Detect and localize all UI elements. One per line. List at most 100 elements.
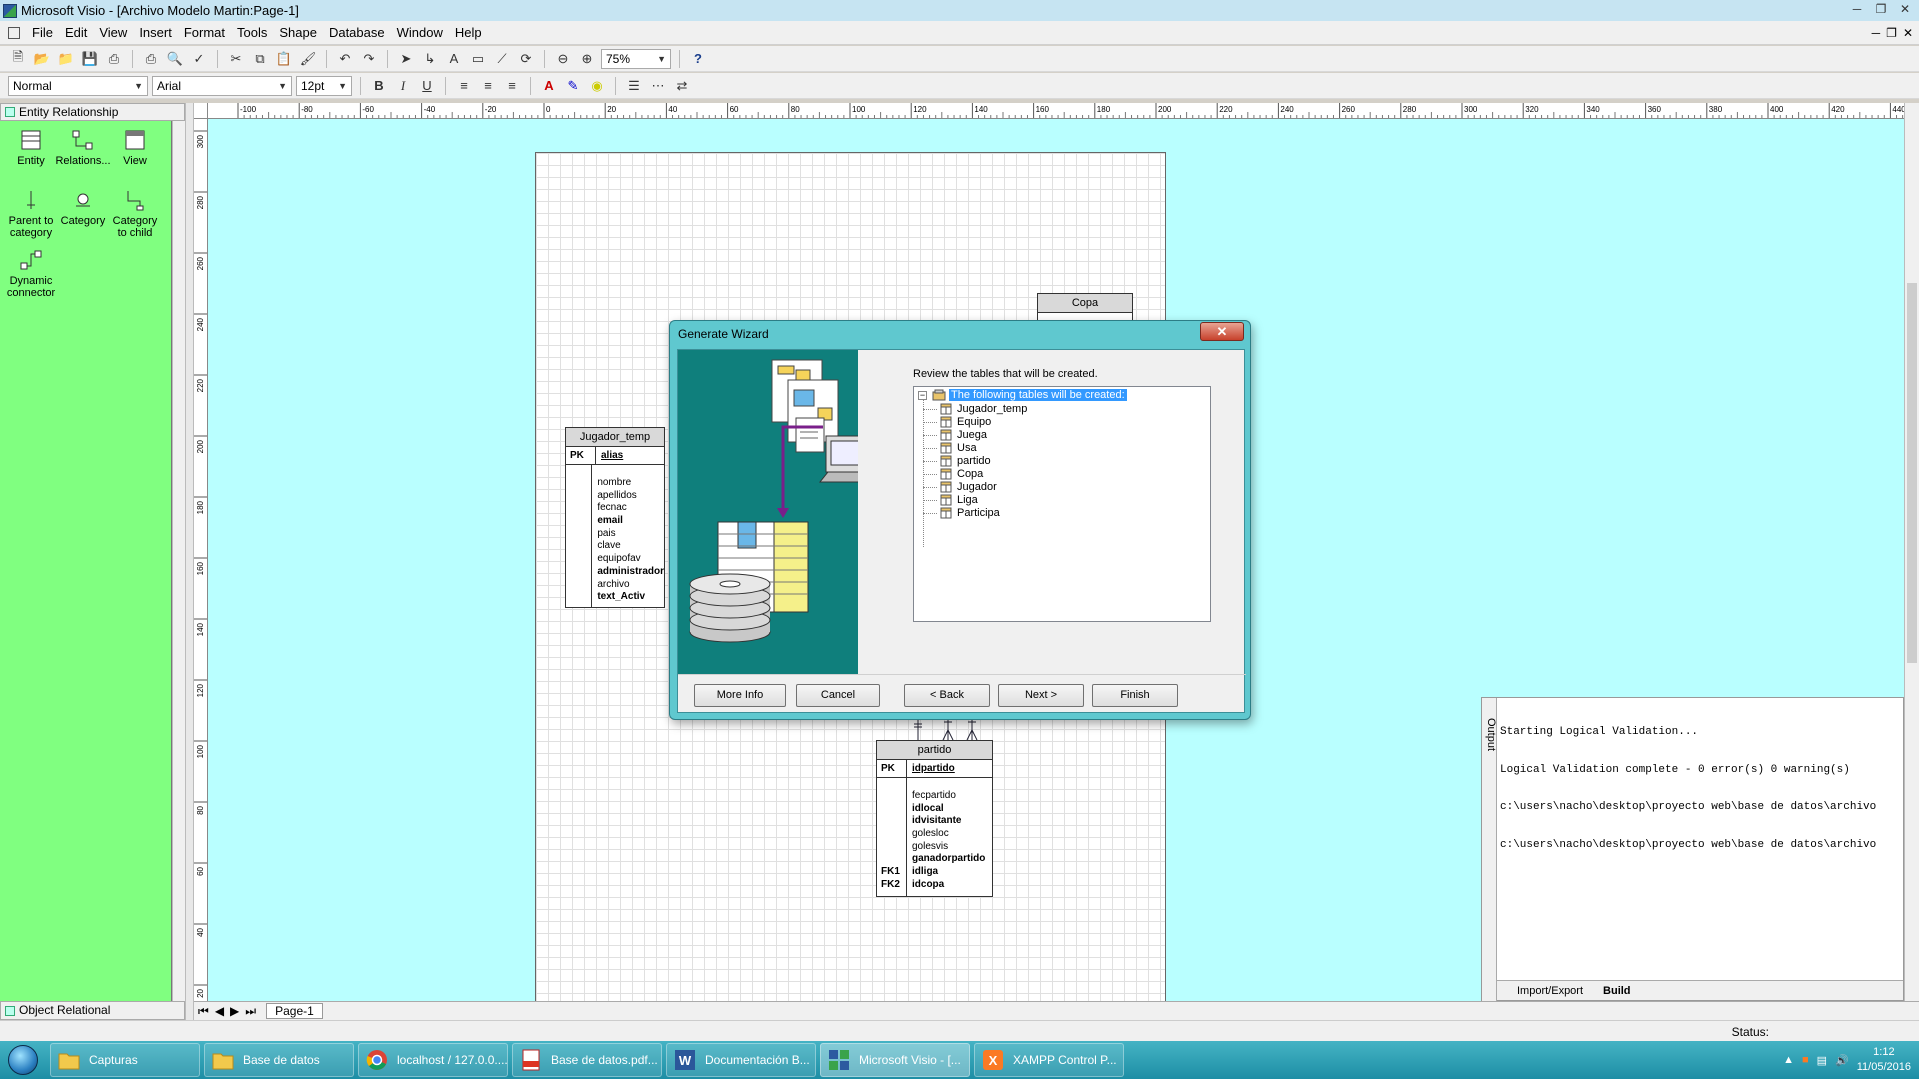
dialog-close-button[interactable]: ✕ bbox=[1200, 322, 1244, 341]
font-combo[interactable]: Arial ▼ bbox=[152, 75, 292, 96]
pointer-tool-icon[interactable]: ➤ bbox=[396, 49, 416, 69]
stencil-shape-category-to-child[interactable]: Category to child bbox=[107, 189, 163, 239]
menu-help[interactable]: Help bbox=[449, 25, 488, 40]
menu-edit[interactable]: Edit bbox=[59, 25, 93, 40]
tree-root[interactable]: − The following tables will be created: bbox=[918, 389, 1127, 401]
line-tool-icon[interactable]: ⟋ bbox=[492, 49, 512, 69]
menu-file[interactable]: File bbox=[26, 25, 59, 40]
italic-icon[interactable]: I bbox=[393, 76, 413, 96]
last-page-icon[interactable]: ⏭ bbox=[245, 1004, 256, 1019]
taskbar-item[interactable]: W Documentación B... bbox=[666, 1043, 816, 1077]
format-painter-icon[interactable]: 🖌 bbox=[298, 49, 318, 69]
zoom-out-icon[interactable]: ⊖ bbox=[553, 49, 573, 69]
tree-item-table[interactable]: Participa bbox=[923, 505, 1000, 521]
entity-jugador-temp[interactable]: Jugador_temp PK alias nombre apellidos fec… bbox=[565, 427, 665, 608]
taskbar-item[interactable]: Base de datos.pdf... bbox=[512, 1043, 662, 1077]
save-icon[interactable]: 💾 bbox=[80, 49, 100, 69]
xampp-tray-icon[interactable]: ■ bbox=[1802, 1054, 1809, 1066]
menu-format[interactable]: Format bbox=[178, 25, 231, 40]
taskbar-item[interactable]: Capturas bbox=[50, 1043, 200, 1077]
stencil-shape-relationship[interactable]: Relations... bbox=[55, 129, 111, 167]
connector-tool-icon[interactable]: ↳ bbox=[420, 49, 440, 69]
zoom-combo[interactable]: 75% ▼ bbox=[601, 48, 671, 69]
output-tab[interactable]: Output bbox=[1482, 698, 1497, 1002]
prev-page-icon[interactable]: ◀ bbox=[215, 1004, 224, 1018]
vertical-scrollbar-thumb[interactable] bbox=[1907, 283, 1917, 663]
document-menu-icon[interactable] bbox=[8, 26, 20, 39]
spelling-icon[interactable]: ✓ bbox=[189, 49, 209, 69]
close-icon[interactable]: ✕ bbox=[1895, 2, 1915, 18]
stencil-shape-category[interactable]: Category bbox=[55, 189, 111, 227]
line-pattern-icon[interactable]: ⋯ bbox=[648, 76, 668, 96]
taskbar-item[interactable]: X XAMPP Control P... bbox=[974, 1043, 1124, 1077]
more-info-button[interactable]: More Info bbox=[694, 684, 786, 707]
menu-tools[interactable]: Tools bbox=[231, 25, 273, 40]
print-preview-icon[interactable]: 🔍 bbox=[165, 49, 185, 69]
volume-icon[interactable]: 🔊 bbox=[1835, 1054, 1849, 1067]
align-center-icon[interactable]: ≡ bbox=[478, 76, 498, 96]
font-color-icon[interactable]: A bbox=[539, 76, 559, 96]
undo-icon[interactable]: ↶ bbox=[335, 49, 355, 69]
rotate-tool-icon[interactable]: ⟳ bbox=[516, 49, 536, 69]
clock[interactable]: 1:12 11/05/2016 bbox=[1857, 1045, 1911, 1075]
output-tab-build[interactable]: Build bbox=[1603, 985, 1631, 997]
doc-minimize-icon[interactable]: ─ bbox=[1872, 26, 1881, 40]
doc-close-icon[interactable]: ✕ bbox=[1903, 26, 1913, 40]
stencil-shape-view[interactable]: View bbox=[107, 129, 163, 167]
next-page-icon[interactable]: ▶ bbox=[230, 1004, 239, 1018]
copy-icon[interactable]: ⧉ bbox=[250, 49, 270, 69]
taskbar-item-active[interactable]: Microsoft Visio - [... bbox=[820, 1043, 970, 1077]
new-icon[interactable]: 🗎 bbox=[8, 49, 28, 69]
stencil-shape-dynamic-connector[interactable]: Dynamic connector bbox=[3, 249, 59, 299]
menu-shape[interactable]: Shape bbox=[273, 25, 323, 40]
stencil-scrollbar[interactable] bbox=[172, 121, 185, 1001]
style-combo[interactable]: Normal ▼ bbox=[8, 75, 148, 96]
stencil-header[interactable]: Entity Relationship bbox=[0, 103, 185, 121]
menu-insert[interactable]: Insert bbox=[133, 25, 178, 40]
line-weight-icon[interactable]: ☰ bbox=[624, 76, 644, 96]
print-setup-icon[interactable]: ⎙ bbox=[104, 49, 124, 69]
line-color-icon[interactable]: ✎ bbox=[563, 76, 583, 96]
cancel-button[interactable]: Cancel bbox=[796, 684, 880, 707]
open-icon[interactable]: 📂 bbox=[32, 49, 52, 69]
zoom-in-icon[interactable]: ⊕ bbox=[577, 49, 597, 69]
bold-icon[interactable]: B bbox=[369, 76, 389, 96]
menu-database[interactable]: Database bbox=[323, 25, 391, 40]
cut-icon[interactable]: ✂ bbox=[226, 49, 246, 69]
tables-tree[interactable]: − The following tables will be created: … bbox=[913, 386, 1211, 622]
output-tab-import-export[interactable]: Import/Export bbox=[1517, 985, 1583, 997]
taskbar-item[interactable]: Base de datos bbox=[204, 1043, 354, 1077]
fill-color-icon[interactable]: ◉ bbox=[587, 76, 607, 96]
menu-view[interactable]: View bbox=[93, 25, 133, 40]
stencil-shape-entity[interactable]: Entity bbox=[3, 129, 59, 167]
help-icon[interactable]: ? bbox=[688, 49, 708, 69]
align-right-icon[interactable]: ≡ bbox=[502, 76, 522, 96]
print-icon[interactable]: ⎙ bbox=[141, 49, 161, 69]
line-ends-icon[interactable]: ⇄ bbox=[672, 76, 692, 96]
minimize-icon[interactable]: ─ bbox=[1847, 2, 1867, 18]
network-icon[interactable]: ▤ bbox=[1817, 1054, 1827, 1067]
start-button[interactable] bbox=[0, 1041, 46, 1079]
align-left-icon[interactable]: ≡ bbox=[454, 76, 474, 96]
restore-icon[interactable]: ❐ bbox=[1871, 2, 1891, 18]
finish-button[interactable]: Finish bbox=[1092, 684, 1178, 707]
stencil-footer[interactable]: Object Relational bbox=[0, 1001, 185, 1020]
taskbar-item[interactable]: localhost / 127.0.0.... bbox=[358, 1043, 508, 1077]
entity-partido[interactable]: partido PK idpartido FK1 FK2 fecpartido id… bbox=[876, 740, 993, 897]
doc-restore-icon[interactable]: ❐ bbox=[1886, 26, 1897, 40]
stencil-splitter[interactable] bbox=[185, 103, 194, 1020]
rectangle-tool-icon[interactable]: ▭ bbox=[468, 49, 488, 69]
first-page-icon[interactable]: ⏮ bbox=[198, 1004, 209, 1019]
font-size-combo[interactable]: 12pt ▼ bbox=[296, 75, 352, 96]
entity-copa[interactable]: Copa bbox=[1037, 293, 1133, 321]
menu-window[interactable]: Window bbox=[391, 25, 449, 40]
open-stencil-icon[interactable]: 📁 bbox=[56, 49, 76, 69]
text-tool-icon[interactable]: A bbox=[444, 49, 464, 69]
back-button[interactable]: < Back bbox=[904, 684, 990, 707]
next-button[interactable]: Next > bbox=[998, 684, 1084, 707]
underline-icon[interactable]: U bbox=[417, 76, 437, 96]
vertical-scrollbar[interactable] bbox=[1904, 103, 1919, 1001]
page-tab[interactable]: Page-1 bbox=[266, 1003, 323, 1019]
paste-icon[interactable]: 📋 bbox=[274, 49, 294, 69]
stencil-shape-parent-to-category[interactable]: Parent to category bbox=[3, 189, 59, 239]
